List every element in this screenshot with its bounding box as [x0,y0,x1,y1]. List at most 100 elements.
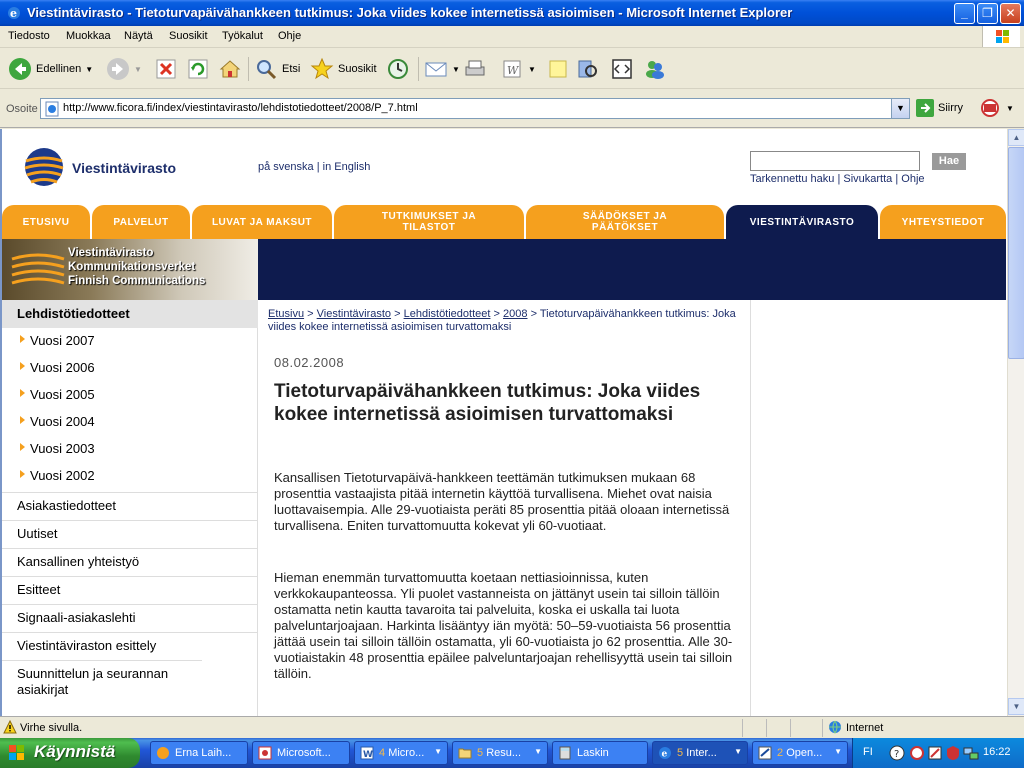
sidebar-item-esitteet[interactable]: Esitteet [2,576,258,604]
warning-icon[interactable] [3,720,17,734]
sidebar-item-vuosi-2002[interactable]: Vuosi 2002 [2,464,258,491]
menu-file[interactable]: Tiedosto [8,30,50,42]
close-button[interactable]: ✕ [1000,3,1021,24]
menu-tools[interactable]: Työkalut [222,30,263,42]
address-bar: Osoite http://www.ficora.fi/index/viesti… [0,90,1024,128]
tab-tutkimukset-ja-tilastot[interactable]: TUTKIMUKSET JA TILASTOT [334,205,524,239]
vertical-scrollbar[interactable]: ▲ ▼ [1007,129,1024,716]
menu-edit[interactable]: Muokkaa [66,30,111,42]
page-icon [45,101,59,117]
sidebar-item-kansallinen-yhteistyo[interactable]: Kansallinen yhteistyö [2,548,258,576]
site-search-button[interactable]: Hae [932,153,966,170]
note-icon [549,60,567,78]
tray-shield-icon[interactable] [945,745,961,761]
sitemap-link[interactable]: Sivukartta [843,173,892,185]
scroll-up-icon[interactable]: ▲ [1008,129,1024,146]
pdf-icon [981,99,999,117]
refresh-icon [188,59,208,79]
internet-explorer-icon: e [8,7,20,20]
group-dropdown-icon: ▼ [734,747,742,756]
taskbar-item[interactable]: Laskin [552,741,648,765]
site-search-input[interactable] [750,151,920,171]
taskbar-item[interactable]: 2 Open... ▼ [752,741,848,765]
sidebar-item-uutiset[interactable]: Uutiset [2,520,258,548]
iframe-button[interactable] [610,57,634,81]
code-frame-icon [612,59,632,79]
tab-viestintavirasto[interactable]: VIESTINTÄVIRASTO [726,205,878,239]
tab-yhteystiedot[interactable]: YHTEYSTIEDOT [880,205,1006,239]
menu-favorites[interactable]: Suosikit [169,30,208,42]
minimize-button[interactable]: _ [954,3,975,24]
go-button[interactable]: Siirry [916,99,963,117]
forward-dropdown-icon[interactable]: ▼ [134,65,142,74]
address-dropdown-icon[interactable]: ▼ [891,99,909,118]
sidebar-item-signaali[interactable]: Signaali-asiakaslehti [2,604,258,632]
messenger-button[interactable] [643,57,667,81]
taskbar-item[interactable]: Erna Laih... [150,741,248,765]
calculator-icon [559,746,571,760]
menu-view[interactable]: Näytä [124,30,153,42]
sidebar-item-vuosi-2007[interactable]: Vuosi 2007 [2,329,258,356]
tab-palvelut[interactable]: PALVELUT [92,205,190,239]
sidebar-item-asiakirjat[interactable]: Suunnittelun ja seurannan asiakirjat [2,660,202,704]
sidebar-item-vuosi-2005[interactable]: Vuosi 2005 [2,383,258,410]
mail-dropdown-icon[interactable]: ▼ [452,65,460,74]
discuss-button[interactable] [546,57,570,81]
taskbar-item[interactable]: 5 Resu... ▼ [452,741,548,765]
sidebar-item-vuosi-2004[interactable]: Vuosi 2004 [2,410,258,437]
start-button[interactable]: Käynnistä [0,738,140,768]
toolbar: Edellinen ▼ ▼ Etsi Suosikit ▼ W ▼ [0,49,1024,89]
tray-security-icon[interactable] [927,745,943,761]
back-button[interactable]: Edellinen ▼ [8,57,93,81]
arrow-right-icon [20,443,25,451]
sidebar-item-vuosi-2006[interactable]: Vuosi 2006 [2,356,258,383]
stop-button[interactable] [155,57,177,81]
favorites-button[interactable]: Suosikit [310,57,377,81]
edit-word-button[interactable]: W ▼ [500,57,536,81]
lang-english-link[interactable]: in English [323,161,371,173]
forward-arrow-icon [107,58,129,80]
search-button[interactable]: Etsi [254,57,300,81]
sidebar-item-esittely[interactable]: Viestintäviraston esittely [2,632,258,660]
group-dropdown-icon: ▼ [534,747,542,756]
sidebar-item-lehdistotiedotteet[interactable]: Lehdistötiedotteet [2,300,258,328]
scroll-down-icon[interactable]: ▼ [1008,698,1024,715]
breadcrumb-lehdistotiedotteet[interactable]: Lehdistötiedotteet [404,308,491,320]
tab-etusivu[interactable]: ETUSIVU [2,205,90,239]
breadcrumb-etusivu[interactable]: Etusivu [268,308,304,320]
svg-text:?: ? [894,749,899,760]
svg-text:W: W [507,64,520,77]
sidebar-item-asiakastiedotteet[interactable]: Asiakastiedotteet [2,492,258,520]
lang-swedish-link[interactable]: på svenska [258,161,314,173]
history-button[interactable] [386,57,410,81]
advanced-search-link[interactable]: Tarkennettu haku [750,173,834,185]
back-dropdown-icon[interactable]: ▼ [85,65,93,74]
print-button[interactable] [463,57,487,81]
help-link[interactable]: Ohje [901,173,924,185]
input-language[interactable]: FI [863,746,873,758]
tray-help-icon[interactable]: ? [889,745,905,761]
breadcrumb-viestintavirasto[interactable]: Viestintävirasto [317,308,391,320]
scroll-thumb[interactable] [1008,147,1024,359]
tray-network-icon[interactable] [963,745,979,761]
svg-text:e: e [662,750,668,760]
links-button[interactable]: ▼ [978,96,1014,120]
restore-button[interactable]: ❐ [977,3,998,24]
menu-help[interactable]: Ohje [278,30,301,42]
taskbar-item[interactable]: e 5 Inter... ▼ [652,741,748,765]
tab-luvat-ja-maksut[interactable]: LUVAT JA MAKSUT [192,205,332,239]
address-url: http://www.ficora.fi/index/viestintavira… [63,102,418,114]
taskbar-item[interactable]: W 4 Micro... ▼ [354,741,448,765]
address-input[interactable]: http://www.ficora.fi/index/viestintavira… [40,98,910,119]
sidebar-item-vuosi-2003[interactable]: Vuosi 2003 [2,437,258,464]
mail-button[interactable]: ▼ [424,57,460,81]
breadcrumb-2008[interactable]: 2008 [503,308,527,320]
tab-saadokset-ja-paatokset[interactable]: SÄÄDÖKSET JA PÄÄTÖKSET [526,205,724,239]
taskbar-item[interactable]: Microsoft... [252,741,350,765]
home-button[interactable] [218,57,242,81]
refresh-button[interactable] [187,57,209,81]
forward-button[interactable]: ▼ [106,57,142,81]
edit-dropdown-icon[interactable]: ▼ [528,65,536,74]
research-button[interactable] [576,57,600,81]
tray-pdf-icon[interactable] [909,745,925,761]
